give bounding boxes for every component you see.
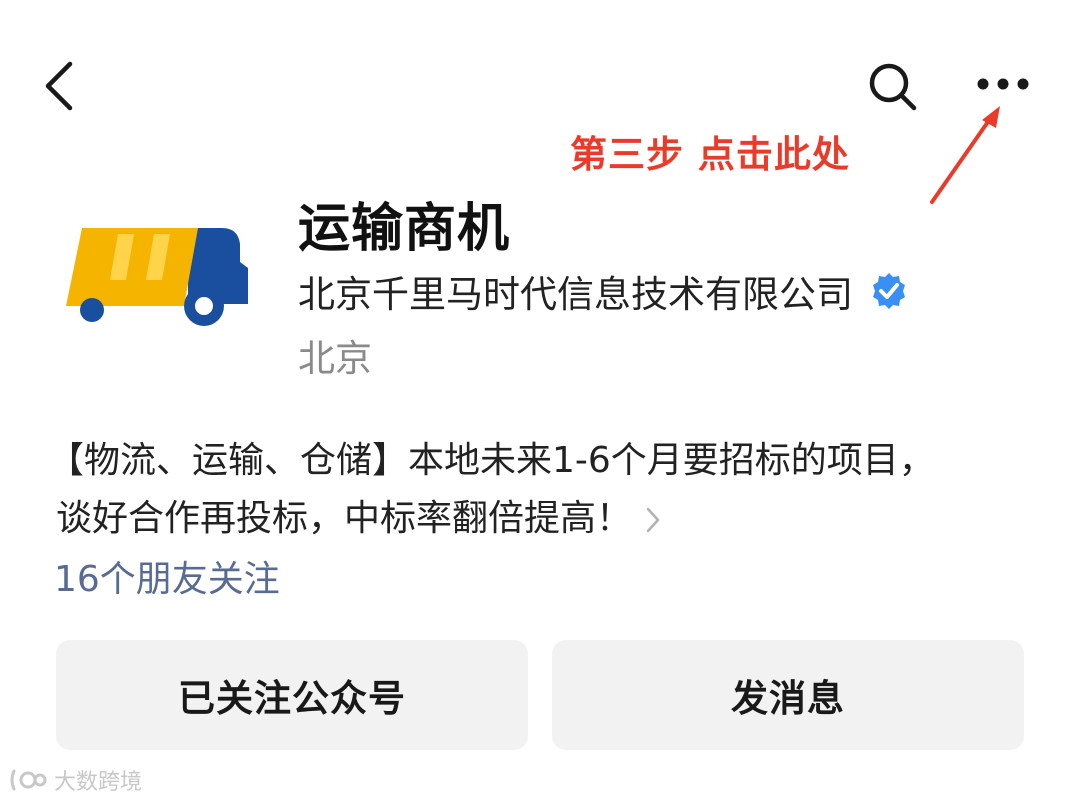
location-label: 北京 [298, 337, 372, 380]
friends-following-link[interactable]: 16个朋友关注 [54, 550, 280, 602]
description-line-1: 【物流、运输、仓储】本地未来1-6个月要招标的项目， [48, 440, 935, 481]
account-name: 运输商机 [298, 199, 511, 259]
company-name[interactable]: 北京千里马时代信息技术有限公司 [298, 264, 853, 318]
description-line-2-wrap: 谈好合作再投标，中标率翻倍提高！ [48, 490, 1038, 548]
search-button[interactable] [866, 60, 920, 114]
back-chevron-icon [45, 61, 73, 111]
watermark: 大数跨境 [8, 764, 142, 796]
company-row[interactable]: 北京千里马时代信息技术有限公司 [298, 264, 909, 318]
red-arrow-icon [930, 106, 1000, 204]
more-dots-icon [977, 78, 1029, 90]
step-annotation: 第三步 点击此处 [570, 133, 850, 176]
verified-check-icon [873, 273, 905, 309]
chevron-right-icon [646, 507, 660, 533]
watermark-text: 大数跨境 [54, 770, 143, 795]
watermark-logo-icon [10, 769, 47, 791]
account-description[interactable]: 【物流、运输、仓储】本地未来1-6个月要招标的项目， 谈好合作再投标，中标率翻倍… [48, 432, 1038, 548]
account-profile-page: 第三步 点击此处 运输商机 北京千里马时代信息技术有限公司 北京 【物流、运输、… [0, 0, 1080, 800]
back-button[interactable] [40, 58, 84, 114]
account-avatar [66, 228, 248, 326]
more-options-button[interactable] [972, 66, 1034, 102]
followed-account-button[interactable]: 已关注公众号 [56, 640, 528, 750]
search-icon [869, 63, 917, 111]
send-message-button[interactable]: 发消息 [552, 640, 1024, 750]
description-line-2: 谈好合作再投标，中标率翻倍提高！ [56, 498, 633, 539]
